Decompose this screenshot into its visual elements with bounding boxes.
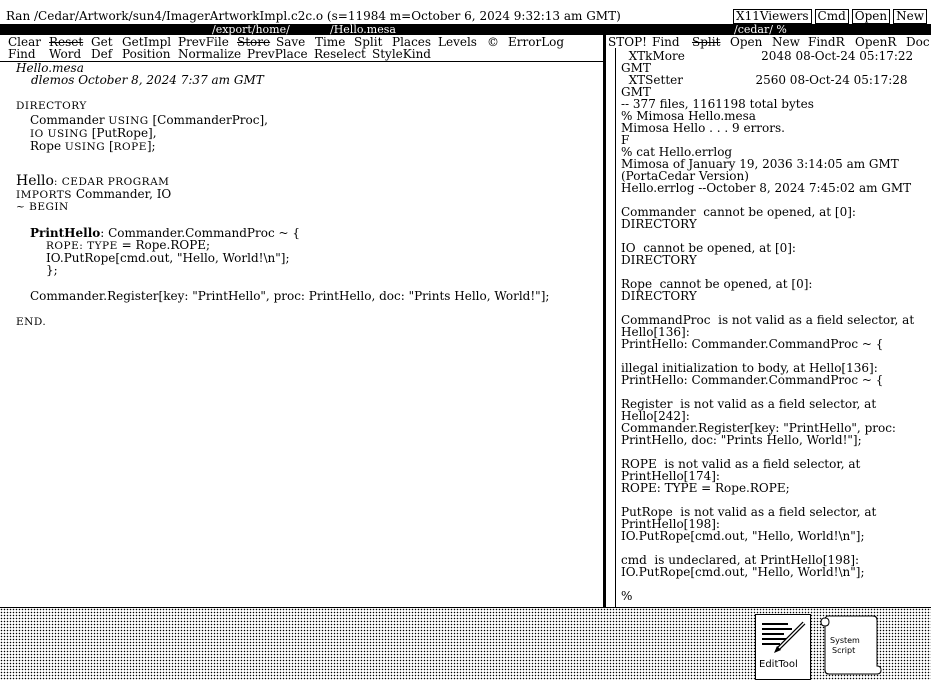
menu-doc[interactable]: Doc — [906, 36, 930, 48]
doc-dir-line3: Rope USING [ROPE]; — [30, 139, 156, 153]
doc-dir-line2: IO USING [PutRope], — [30, 126, 157, 140]
menu-findr[interactable]: FindR — [808, 36, 845, 48]
pencil-icon — [762, 621, 806, 653]
icon-area: EditTool System Script — [0, 607, 931, 680]
menu-stylekind[interactable]: StyleKind — [372, 48, 431, 60]
left-viewer-title[interactable]: /export/home/ /Hello.mesa — [0, 24, 603, 35]
doc-proc-header: PrintHello: Commander.CommandProc ~ { — [30, 226, 300, 240]
menu-normalize[interactable]: Normalize — [178, 48, 241, 60]
system-script-icon[interactable]: System Script — [817, 612, 885, 678]
right-title-text: /cedar/ % — [734, 23, 787, 36]
right-viewer-menu: STOP! Find Split Open New FindR OpenR Do… — [606, 35, 931, 48]
doc-close-brace: }; — [46, 263, 58, 277]
doc-begin: ~ BEGIN — [16, 201, 69, 213]
system-script-label: System Script — [830, 636, 860, 655]
doc-register: Commander.Register[key: "PrintHello", pr… — [30, 289, 550, 303]
new-button[interactable]: New — [893, 9, 927, 24]
status-bar: Ran /Cedar/Artwork/sun4/ImagerArtworkImp… — [0, 0, 931, 24]
edittool-label: EditTool — [759, 659, 798, 670]
menu-stop[interactable]: STOP! — [608, 36, 647, 48]
menu-position[interactable]: Position — [122, 48, 170, 60]
menu-prevplace[interactable]: PrevPlace — [247, 48, 308, 60]
right-scrollbar-line[interactable] — [615, 48, 616, 607]
open-button[interactable]: Open — [851, 9, 891, 24]
top-buttons: X11Viewers Cmd Open New — [733, 9, 927, 24]
right-viewer-title[interactable]: /cedar/ % — [606, 24, 931, 35]
status-message: Ran /Cedar/Artwork/sun4/ImagerArtworkImp… — [6, 9, 621, 23]
menu-reselect[interactable]: Reselect — [314, 48, 366, 60]
menu-word[interactable]: Word — [49, 48, 81, 60]
doc-imports: IMPORTS Commander, IO — [16, 187, 172, 201]
doc-author: dlemos October 8, 2024 7:37 am GMT — [31, 73, 264, 87]
left-title-file: /Hello.mesa — [330, 23, 396, 36]
x11viewers-button[interactable]: X11Viewers — [733, 9, 812, 24]
menu-find[interactable]: Find — [8, 48, 36, 60]
doc-end: END. — [16, 316, 47, 328]
doc-directory-kw: DIRECTORY — [16, 100, 87, 112]
mesa-document[interactable]: Hello.mesa dlemos October 8, 2024 7:37 a… — [16, 62, 596, 328]
left-viewer-menu: Clear Reset Get GetImpl PrevFile Store S… — [0, 35, 603, 62]
viewer-divider — [603, 24, 606, 607]
command-log[interactable]: XTkMore 2048 08-Oct-24 05:17:22 GMT XTSe… — [621, 50, 926, 602]
menu-find-right[interactable]: Find — [652, 36, 680, 48]
menu-levels[interactable]: Levels — [438, 36, 477, 48]
cmd-button[interactable]: Cmd — [814, 9, 849, 24]
doc-putrope: IO.PutRope[cmd.out, "Hello, World!\n"]; — [46, 251, 290, 265]
menu-new-right[interactable]: New — [772, 36, 800, 48]
left-title-path: /export/home/ — [212, 23, 290, 36]
edittool-icon[interactable]: EditTool — [755, 614, 811, 680]
menu-split-right[interactable]: Split — [692, 36, 720, 48]
menu-openr[interactable]: OpenR — [855, 36, 896, 48]
menu-open-right[interactable]: Open — [730, 36, 762, 48]
menu-def[interactable]: Def — [91, 48, 112, 60]
menu-copyright[interactable]: © — [487, 36, 499, 48]
menu-errorlog[interactable]: ErrorLog — [508, 36, 564, 48]
